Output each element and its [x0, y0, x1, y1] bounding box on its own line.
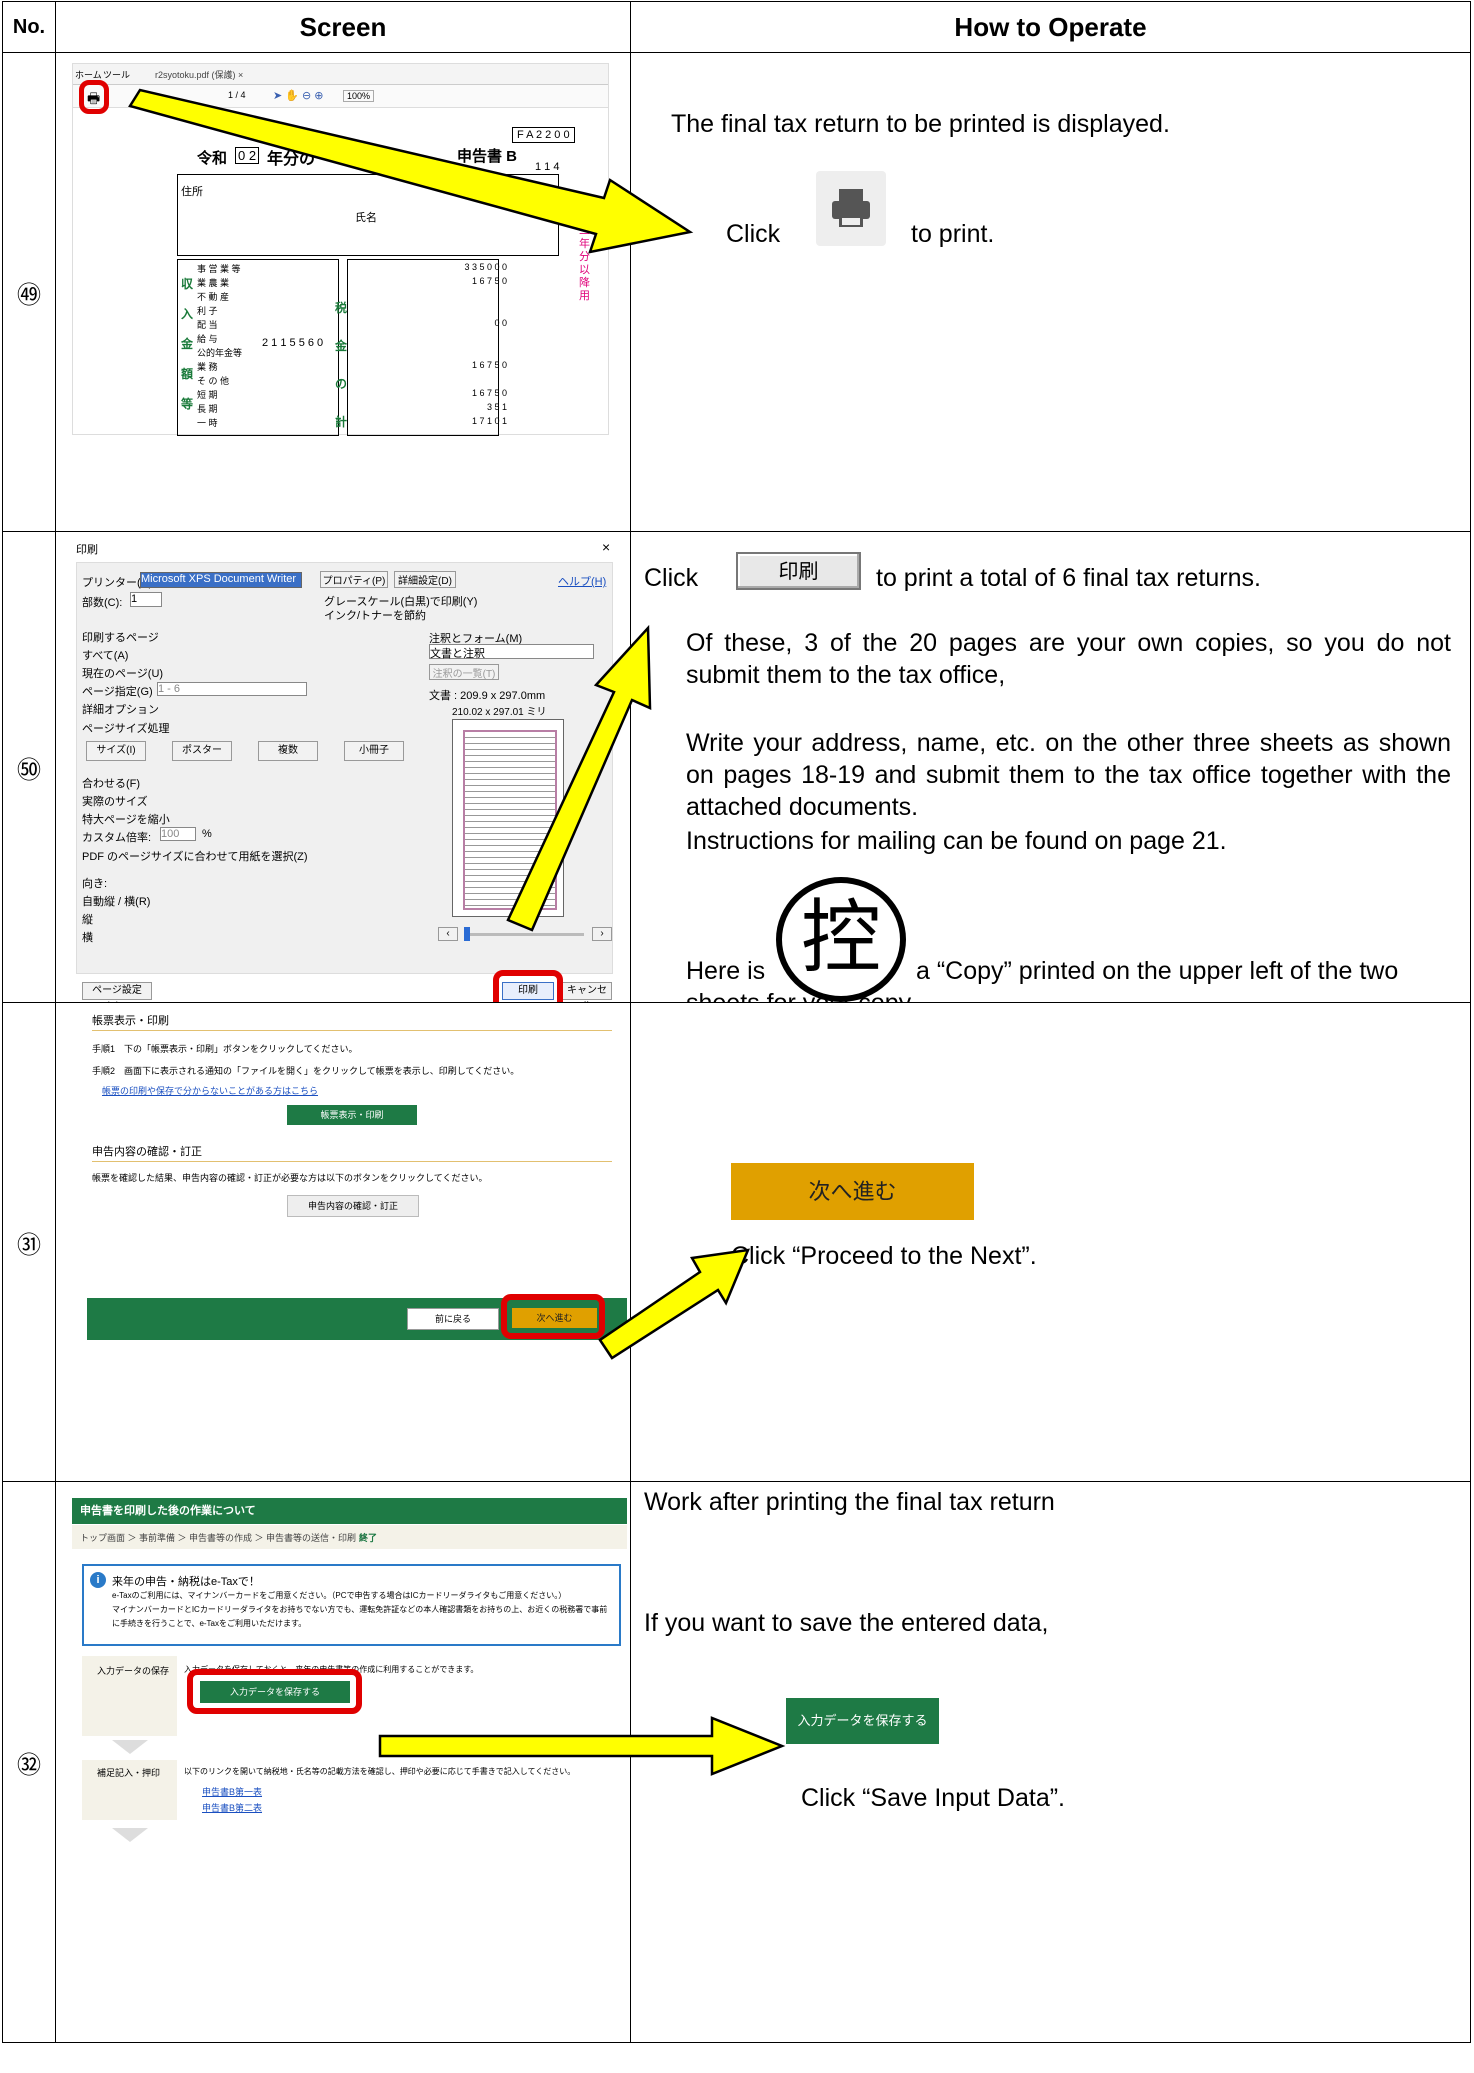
arrow-icon — [128, 88, 694, 254]
arrow-icon — [598, 1248, 750, 1360]
arrow-icon — [506, 624, 652, 932]
arrow-icon — [378, 1716, 786, 1776]
arrow-overlay — [128, 88, 786, 1776]
